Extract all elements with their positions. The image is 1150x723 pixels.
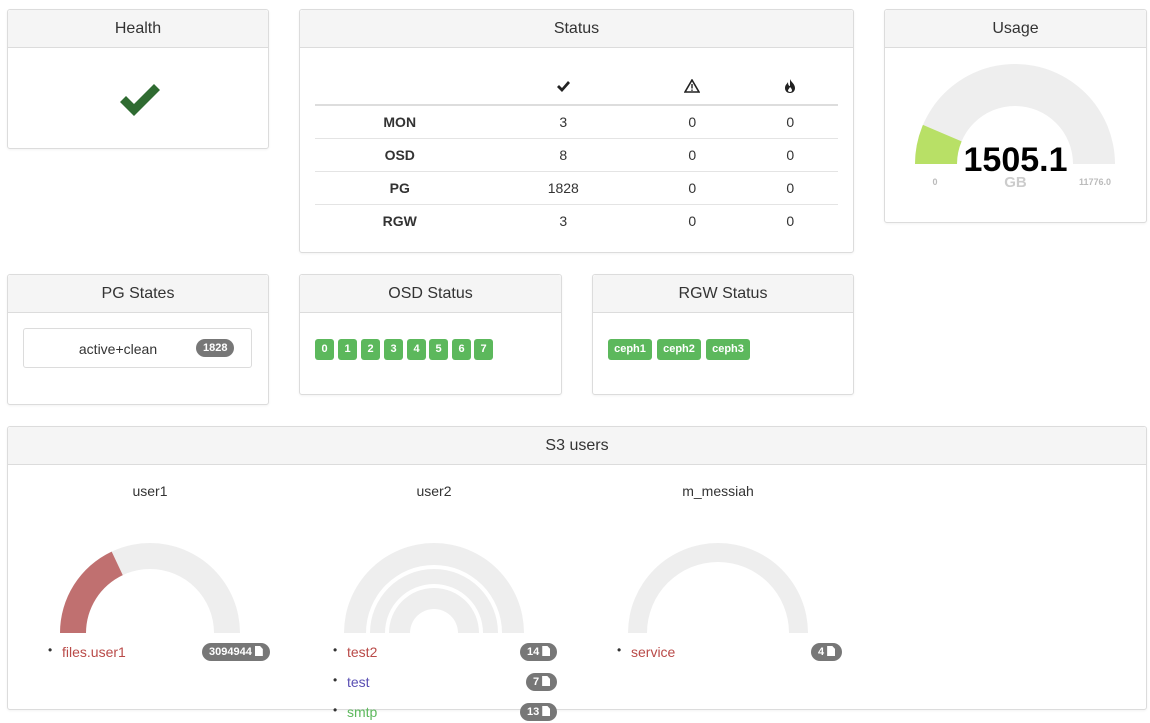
s3-user-name: m_messiah	[682, 483, 754, 499]
pg-state-count: 1828	[196, 339, 235, 357]
ok-count: 1828	[484, 171, 643, 205]
bucket-count: 13	[520, 703, 558, 721]
s3-user-name: user2	[416, 483, 452, 499]
rgw-status-title: RGW Status	[593, 275, 853, 313]
bucket-name[interactable]: smtp	[347, 704, 377, 720]
bucket-name[interactable]: test2	[347, 644, 377, 660]
row-label: MON	[383, 114, 417, 130]
health-panel: Health	[7, 9, 269, 149]
osd-status-panel: OSD Status 0 1 2 3 4 5 6 7	[299, 274, 562, 395]
row-label: PG	[315, 171, 485, 205]
bullet: •	[333, 703, 338, 717]
bucket-count: 7	[526, 673, 558, 691]
rgw-badge[interactable]: ceph3	[706, 339, 750, 360]
file-icon	[542, 676, 551, 686]
status-panel: Status MON 3 0 0 OSD 8 0 0 PG 1828 0 0 R…	[299, 9, 854, 253]
file-icon	[542, 646, 551, 656]
osd-status-title: OSD Status	[300, 275, 561, 313]
pg-states-panel: PG States active+clean 1828	[7, 274, 269, 405]
usage-title: Usage	[885, 10, 1146, 48]
s3-user-gauge	[628, 543, 808, 633]
bucket-gauge-fill	[60, 551, 123, 633]
osd-badge[interactable]: 3	[384, 339, 403, 360]
rgw-badge[interactable]: ceph1	[608, 339, 652, 360]
osd-badge[interactable]: 7	[474, 339, 493, 360]
rgw-status-panel: RGW Status ceph1 ceph2 ceph3	[592, 274, 854, 395]
pg-state-item: active+clean 1828	[23, 328, 252, 368]
usage-gauge	[915, 64, 1115, 164]
file-icon	[827, 646, 836, 656]
row-label: RGW	[315, 204, 485, 237]
err-count: 0	[742, 204, 838, 237]
status-title: Status	[300, 10, 853, 48]
bucket-item: • files.user1 3094944	[48, 643, 278, 663]
bucket-name[interactable]: files.user1	[62, 644, 126, 660]
ok-count: 3	[484, 204, 643, 237]
ok-count: 3	[559, 114, 568, 130]
rgw-badge[interactable]: ceph2	[657, 339, 701, 360]
bullet: •	[333, 673, 338, 687]
bucket-item: • smtp 13	[333, 703, 563, 723]
warn-count: 0	[642, 138, 743, 172]
health-title: Health	[8, 10, 268, 48]
osd-badge[interactable]: 0	[315, 339, 334, 360]
fire-icon	[742, 70, 838, 106]
pg-state-label: active+clean	[78, 341, 158, 357]
bucket-name[interactable]: test	[347, 674, 370, 690]
bucket-count: 14	[520, 643, 558, 661]
status-header-row	[315, 70, 838, 106]
osd-badge[interactable]: 6	[452, 339, 471, 360]
err-count: 0	[742, 171, 838, 205]
file-icon	[542, 706, 551, 716]
ok-count: 8	[484, 138, 643, 172]
usage-max: 11776.0	[1078, 177, 1112, 187]
osd-badge[interactable]: 2	[361, 339, 380, 360]
warn-count: 0	[642, 171, 743, 205]
osd-badge[interactable]: 4	[407, 339, 426, 360]
s3-users-title: S3 users	[8, 427, 1146, 465]
usage-min: 0	[932, 177, 938, 187]
bucket-item: • test 7	[333, 673, 563, 693]
warning-icon	[642, 70, 743, 106]
status-row-mon: MON 3 0 0	[315, 105, 838, 139]
bucket-gauge-track	[628, 543, 808, 633]
usage-panel: Usage 1505.1 GB 0 11776.0	[884, 9, 1147, 223]
s3-user-gauge	[344, 543, 524, 633]
pg-states-title: PG States	[8, 275, 268, 313]
err-count: 0	[742, 138, 838, 172]
warn-count: 0	[688, 114, 697, 130]
bucket-item: • service 4	[617, 643, 847, 663]
status-row-osd: OSD 8 0 0	[315, 138, 838, 172]
bucket-item: • test2 14	[333, 643, 563, 663]
bullet: •	[333, 643, 338, 657]
check-icon	[484, 70, 643, 106]
err-count: 0	[786, 114, 795, 130]
s3-users-panel: S3 users user1 • files.user1 3094944 use…	[7, 426, 1147, 721]
bullet: •	[617, 643, 622, 657]
row-label: OSD	[315, 138, 485, 172]
s3-user-name: user1	[132, 483, 168, 499]
status-row-pg: PG 1828 0 0	[315, 171, 838, 205]
bucket-count: 4	[811, 643, 843, 661]
osd-badge[interactable]: 1	[338, 339, 357, 360]
file-icon	[254, 646, 263, 656]
bullet: •	[48, 643, 53, 657]
bucket-name[interactable]: service	[631, 644, 675, 660]
check-icon	[120, 84, 160, 116]
s3-user-gauge	[60, 543, 240, 633]
warn-count: 0	[642, 204, 743, 237]
status-row-rgw: RGW 3 0 0	[315, 204, 838, 237]
status-table: MON 3 0 0 OSD 8 0 0 PG 1828 0 0 RGW 3 0 …	[315, 70, 838, 237]
bucket-count: 3094944	[202, 643, 270, 661]
osd-badge[interactable]: 5	[429, 339, 448, 360]
